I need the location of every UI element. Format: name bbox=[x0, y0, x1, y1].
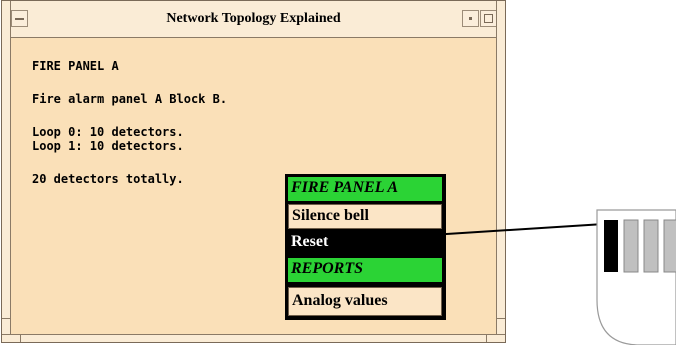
device-bar-light bbox=[663, 219, 676, 273]
device-bar-light bbox=[623, 219, 639, 273]
device-bar-light bbox=[643, 219, 659, 273]
device-bar-dark bbox=[604, 220, 618, 272]
pointer-overlay bbox=[430, 209, 676, 345]
callout-line bbox=[430, 223, 605, 236]
